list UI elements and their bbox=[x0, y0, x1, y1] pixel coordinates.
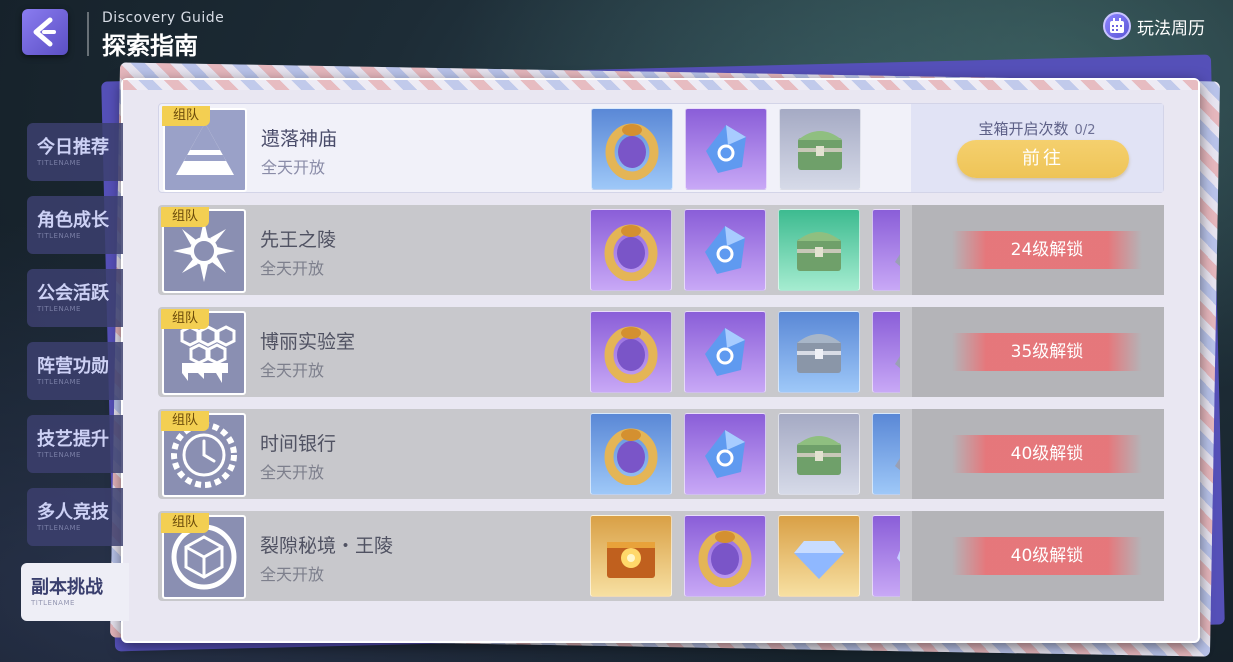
team-tag: 组队 bbox=[161, 411, 209, 431]
chest-counter: 宝箱开启次数 0/2 bbox=[911, 118, 1163, 139]
ore-icon[interactable] bbox=[872, 209, 900, 291]
dungeon-status: 全天开放 bbox=[260, 259, 325, 278]
reward-list bbox=[591, 108, 901, 192]
action-area: 35级解锁 bbox=[912, 307, 1164, 397]
ring-icon[interactable] bbox=[590, 209, 672, 291]
ring-icon[interactable] bbox=[590, 413, 672, 495]
dungeon-status: 全天开放 bbox=[260, 361, 325, 380]
panel-edge bbox=[123, 80, 1198, 90]
reward-list bbox=[590, 515, 900, 599]
sidebar-item-label: 副本挑战 bbox=[31, 577, 103, 598]
sidebar-item-pvp[interactable]: 多人竞技 TITLENAME bbox=[27, 488, 123, 546]
ring-icon[interactable] bbox=[590, 311, 672, 393]
team-tag: 组队 bbox=[161, 513, 209, 533]
ore-icon[interactable] bbox=[872, 311, 900, 393]
chest-icon[interactable] bbox=[778, 413, 860, 495]
sidebar-item-label: 今日推荐 bbox=[37, 137, 109, 158]
ring-icon[interactable] bbox=[591, 108, 673, 190]
dungeon-name: 博丽实验室 bbox=[260, 331, 356, 353]
reward-list bbox=[590, 311, 900, 395]
unlock-level-badge: 35级解锁 bbox=[952, 333, 1142, 371]
crystal-icon[interactable] bbox=[684, 311, 766, 393]
calendar-button[interactable]: 玩法周历 bbox=[1103, 12, 1205, 40]
back-arrow-icon bbox=[33, 17, 56, 47]
sidebar-item-label: 公会活跃 bbox=[37, 283, 109, 304]
reward-list bbox=[590, 209, 900, 293]
dungeon-name: 时间银行 bbox=[260, 433, 337, 455]
sidebar-item-faction[interactable]: 阵营功勋 TITLENAME bbox=[27, 342, 123, 400]
diamond-icon[interactable] bbox=[778, 515, 860, 597]
action-area: 40级解锁 bbox=[912, 511, 1164, 601]
shard-icon[interactable] bbox=[872, 515, 900, 597]
dungeon-status: 全天开放 bbox=[260, 463, 325, 482]
unlock-level-badge: 24级解锁 bbox=[952, 231, 1142, 269]
team-tag: 组队 bbox=[161, 309, 209, 329]
crystal-icon[interactable] bbox=[684, 209, 766, 291]
sidebar-item-label: 技艺提升 bbox=[37, 429, 109, 450]
action-area: 40级解锁 bbox=[912, 409, 1164, 499]
goto-button[interactable]: 前往 bbox=[957, 140, 1129, 178]
page-title-en: Discovery Guide bbox=[102, 10, 225, 26]
sidebar-item-daily[interactable]: 今日推荐 TITLENAME bbox=[27, 123, 123, 181]
dungeon-row[interactable]: 组队 遗落神庙 全天开放 宝箱开启次数 0/2 前往 bbox=[158, 103, 1164, 193]
action-area: 宝箱开启次数 0/2 前往 bbox=[911, 104, 1163, 192]
crystal-icon[interactable] bbox=[684, 413, 766, 495]
dungeon-row[interactable]: 组队 博丽实验室 全天开放 35级解锁 bbox=[158, 307, 1164, 397]
dungeon-row[interactable]: 组队 时间银行 全天开放 40级解锁 bbox=[158, 409, 1164, 499]
dungeon-status: 全天开放 bbox=[261, 158, 326, 177]
unlock-level-badge: 40级解锁 bbox=[952, 435, 1142, 473]
dungeon-status: 全天开放 bbox=[260, 565, 325, 584]
dungeon-name: 先王之陵 bbox=[260, 229, 337, 251]
chest-counter-label: 宝箱开启次数 bbox=[978, 120, 1069, 138]
sidebar-item-sub: TITLENAME bbox=[37, 232, 81, 240]
chest-icon[interactable] bbox=[778, 311, 860, 393]
team-tag: 组队 bbox=[162, 106, 210, 126]
sidebar-item-growth[interactable]: 角色成长 TITLENAME bbox=[27, 196, 123, 254]
sidebar-item-label: 阵营功勋 bbox=[37, 356, 109, 377]
sidebar-item-skill[interactable]: 技艺提升 TITLENAME bbox=[27, 415, 123, 473]
dungeon-name: 遗落神庙 bbox=[261, 128, 338, 150]
sidebar-item-dungeon[interactable]: 副本挑战 TITLENAME bbox=[21, 563, 129, 621]
team-tag: 组队 bbox=[161, 207, 209, 227]
golden-chest-icon[interactable] bbox=[590, 515, 672, 597]
unlock-level-badge: 40级解锁 bbox=[952, 537, 1142, 575]
chest-icon[interactable] bbox=[778, 209, 860, 291]
sidebar-item-sub: TITLENAME bbox=[37, 524, 81, 532]
dungeon-row[interactable]: 组队 先王之陵 全天开放 24级解锁 bbox=[158, 205, 1164, 295]
ore-icon[interactable] bbox=[872, 413, 900, 495]
sidebar-item-label: 多人竞技 bbox=[37, 502, 109, 523]
sidebar-item-sub: TITLENAME bbox=[37, 451, 81, 459]
sidebar-item-sub: TITLENAME bbox=[37, 378, 81, 386]
dungeon-row[interactable]: 组队 裂隙秘境・王陵 全天开放 40级解锁 bbox=[158, 511, 1164, 601]
chest-icon[interactable] bbox=[779, 108, 861, 190]
page-title: 探索指南 bbox=[102, 31, 198, 60]
dungeon-name: 裂隙秘境・王陵 bbox=[260, 535, 394, 557]
back-button[interactable] bbox=[22, 9, 68, 55]
sidebar-item-sub: TITLENAME bbox=[31, 599, 75, 607]
sidebar-item-guild[interactable]: 公会活跃 TITLENAME bbox=[27, 269, 123, 327]
sidebar-item-sub: TITLENAME bbox=[37, 159, 81, 167]
action-area: 24级解锁 bbox=[912, 205, 1164, 295]
sidebar-item-label: 角色成长 bbox=[37, 210, 109, 231]
calendar-icon bbox=[1103, 12, 1131, 40]
chest-counter-value: 0/2 bbox=[1074, 123, 1096, 138]
calendar-label: 玩法周历 bbox=[1137, 18, 1205, 39]
header-divider bbox=[87, 12, 89, 56]
reward-list bbox=[590, 413, 900, 497]
sidebar-item-sub: TITLENAME bbox=[37, 305, 81, 313]
ring-icon[interactable] bbox=[684, 515, 766, 597]
crystal-icon[interactable] bbox=[685, 108, 767, 190]
